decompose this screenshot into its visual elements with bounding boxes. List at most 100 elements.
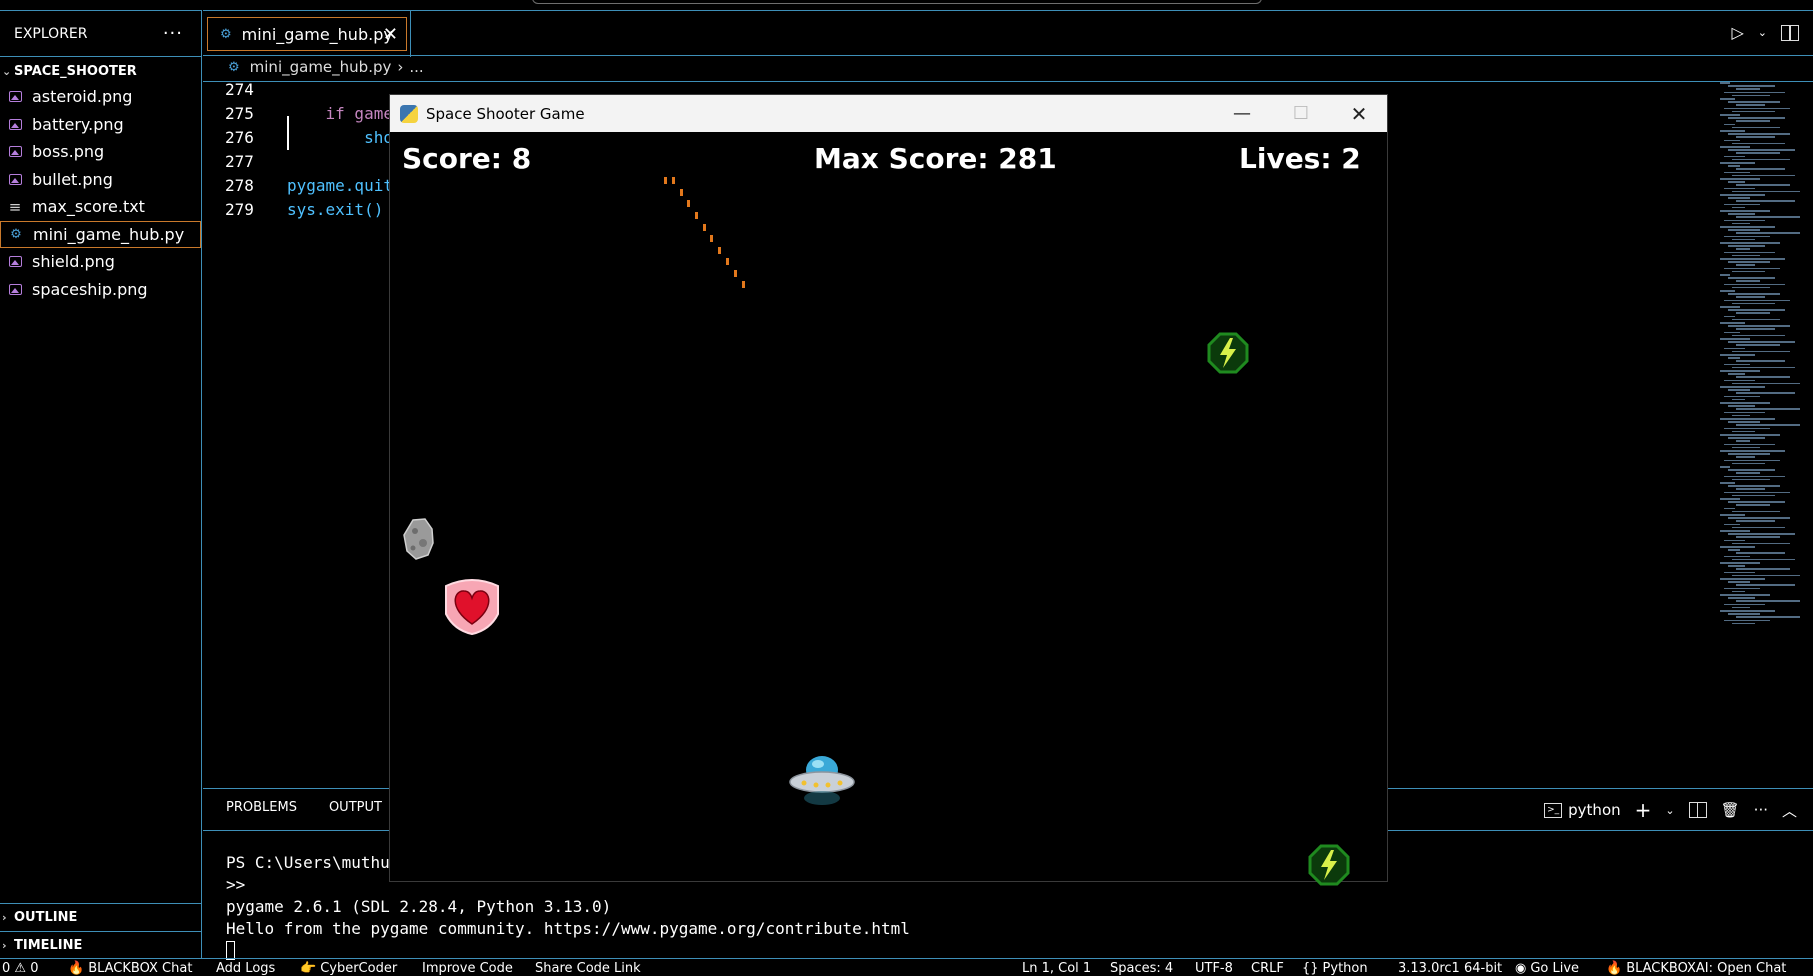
minimap-line (1728, 117, 1785, 119)
minimap-line (1728, 325, 1790, 327)
line-number: 274 (225, 80, 254, 99)
project-folder[interactable]: ⌄ SPACE_SHOOTER (0, 59, 201, 83)
minimap-line (1724, 395, 1760, 398)
file-item[interactable]: boss.png (0, 138, 201, 166)
minimap-line (1736, 344, 1780, 346)
flame-icon: 🔥 (1606, 960, 1623, 976)
close-icon[interactable]: ✕ (383, 24, 398, 45)
split-editor-icon[interactable] (1781, 24, 1799, 41)
game-canvas[interactable]: Score: 8 Max Score: 281 Lives: 2 (390, 132, 1387, 886)
problems-status[interactable]: 0 ⚠ 0 (2, 959, 38, 976)
minimap-line (1728, 149, 1795, 151)
minimap-line (1732, 622, 1755, 625)
python-interpreter[interactable]: 3.13.0rc1 64-bit (1398, 959, 1502, 976)
minimap-line (1724, 139, 1740, 142)
language-mode[interactable]: {} Python (1302, 959, 1368, 976)
minimap-line (1728, 597, 1755, 599)
minimap-line (1720, 322, 1745, 324)
minimap[interactable] (1720, 82, 1800, 642)
chevron-down-icon[interactable]: ⌄ (1665, 804, 1674, 817)
terminal-selector[interactable]: >_ python (1544, 801, 1621, 819)
game-window[interactable]: Space Shooter Game — ☐ ✕ Score: 8 Max Sc… (389, 94, 1388, 886)
breadcrumb-file[interactable]: mini_game_hub.py (250, 58, 392, 76)
go-live[interactable]: ◉ Go Live (1515, 959, 1579, 976)
file-item[interactable]: ≡ max_score.txt (0, 193, 201, 221)
file-label: mini_game_hub.py (33, 224, 185, 244)
minimap-line (1736, 568, 1790, 570)
file-label: boss.png (32, 142, 105, 162)
outline-section[interactable]: › OUTLINE (0, 903, 201, 931)
minimap-line (1728, 165, 1740, 167)
cybercoder[interactable]: 👉 CyberCoder (300, 959, 397, 976)
file-item[interactable]: spaceship.png (0, 276, 201, 304)
cybercoder-label: CyberCoder (320, 960, 398, 976)
minimap-line (1720, 98, 1735, 100)
minimap-line (1736, 280, 1760, 282)
minimap-line (1720, 434, 1780, 436)
more-actions-icon[interactable]: ··· (1754, 801, 1768, 819)
minimap-line (1732, 366, 1795, 369)
chevron-up-icon[interactable]: ︿ (1782, 800, 1797, 821)
minimap-line (1736, 184, 1790, 186)
language-label: Python (1322, 960, 1368, 976)
split-terminal-icon[interactable] (1688, 802, 1707, 818)
add-logs[interactable]: Add Logs (216, 959, 275, 976)
minimize-icon[interactable]: — (1213, 95, 1271, 132)
minimap-line (1732, 414, 1750, 417)
tab-output[interactable]: OUTPUT (329, 800, 382, 815)
file-item[interactable]: shield.png (0, 248, 201, 276)
minimap-line (1728, 85, 1775, 87)
blackboxai-open-chat[interactable]: 🔥 BLACKBOXAI: Open Chat (1606, 959, 1786, 976)
file-item[interactable]: battery.png (0, 111, 201, 139)
minimap-line (1736, 536, 1780, 538)
trash-icon[interactable]: 🗑 (1721, 801, 1740, 819)
battery-powerup (1308, 844, 1350, 886)
minimap-line (1728, 469, 1775, 471)
status-bar: 0 ⚠ 0 🔥 BLACKBOX Chat Add Logs 👉 CyberCode… (0, 958, 1813, 976)
python-file-icon: ⚙ (228, 59, 240, 75)
file-label: asteroid.png (32, 87, 133, 107)
minimap-line (1728, 309, 1785, 311)
indentation[interactable]: Spaces: 4 (1110, 959, 1173, 976)
minimap-line (1720, 194, 1765, 196)
cursor-position[interactable]: Ln 1, Col 1 (1022, 959, 1091, 976)
tab-problems[interactable]: PROBLEMS (226, 800, 297, 815)
minimap-line (1724, 315, 1735, 318)
chevron-down-icon[interactable]: ⌄ (1758, 26, 1767, 39)
minimap-line (1720, 338, 1750, 340)
minimap-line (1736, 472, 1760, 474)
improve-code[interactable]: Improve Code (422, 959, 513, 976)
command-center[interactable] (532, 0, 1262, 4)
chevron-down-icon: ⌄ (2, 64, 12, 78)
code-line: sys.exit() (287, 200, 384, 219)
minimap-line (1736, 312, 1770, 314)
minimap-line (1732, 574, 1800, 577)
add-terminal-icon[interactable]: + (1635, 798, 1652, 822)
encoding[interactable]: UTF-8 (1195, 959, 1233, 976)
minimap-line (1720, 178, 1760, 180)
maximize-icon[interactable]: ☐ (1272, 95, 1330, 132)
file-item[interactable]: asteroid.png (0, 83, 201, 111)
minimap-line (1720, 450, 1785, 452)
file-label: spaceship.png (32, 279, 148, 299)
file-item[interactable]: bullet.png (0, 166, 201, 194)
line-endings[interactable]: CRLF (1251, 959, 1284, 976)
minimap-line (1720, 562, 1760, 564)
minimap-line (1732, 334, 1785, 337)
minimap-line (1736, 120, 1770, 122)
window-titlebar[interactable]: Space Shooter Game — ☐ ✕ (390, 95, 1387, 132)
minimap-line (1732, 254, 1760, 257)
lives-text: Lives: 2 (1239, 142, 1361, 175)
file-item[interactable]: ⚙ mini_game_hub.py (0, 220, 201, 248)
breadcrumb-symbol[interactable]: ... (409, 58, 423, 76)
tab-mini-game-hub[interactable]: ⚙ mini_game_hub.py ✕ (207, 17, 407, 51)
terminal-line: Hello from the pygame community. https:/… (226, 919, 910, 938)
image-file-icon (8, 282, 22, 296)
more-actions-icon[interactable]: ··· (163, 23, 183, 44)
minimap-line (1720, 258, 1785, 260)
timeline-section[interactable]: › TIMELINE (0, 931, 201, 959)
run-icon[interactable]: ▷ (1731, 23, 1743, 42)
close-icon[interactable]: ✕ (1330, 95, 1388, 132)
blackbox-chat[interactable]: 🔥 BLACKBOX Chat (68, 959, 192, 976)
share-code-link[interactable]: Share Code Link (535, 959, 641, 976)
